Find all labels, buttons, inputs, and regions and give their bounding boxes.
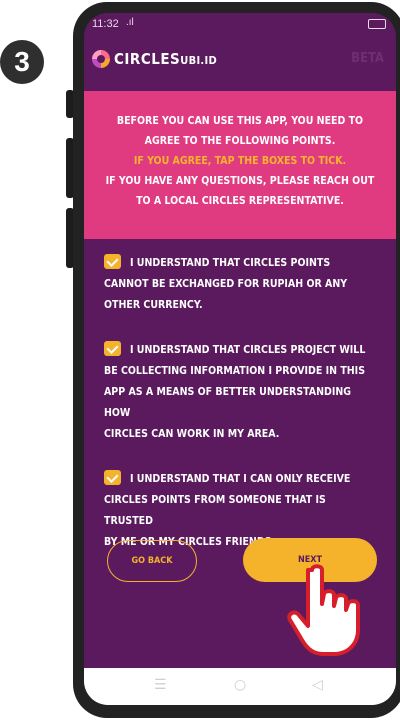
brand-main: CIRCLES <box>114 50 181 68</box>
banner-highlight: IF YOU AGREE, TAP THE BOXES TO TICK. <box>133 155 347 167</box>
banner-line: TO A LOCAL CIRCLES REPRESENTATIVE. <box>136 195 344 207</box>
brand-sub: UBI.ID <box>180 54 217 67</box>
system-nav-bar: ☰ ○ ◁ <box>84 668 396 705</box>
info-banner: BEFORE YOU CAN USE THIS APP, YOU NEED TO… <box>84 91 396 239</box>
agreement-text: I UNDERSTAND THAT I CAN ONLY RECEIVE <box>130 473 351 485</box>
agreement-item: I UNDERSTAND THAT CIRCLES PROJECT WILL B… <box>104 340 376 445</box>
go-back-button[interactable]: GO BACK <box>107 540 197 582</box>
status-time: 11:32 <box>92 18 119 30</box>
pointing-hand-icon <box>287 564 360 656</box>
agreement-text: CANNOT BE EXCHANGED FOR RUPIAH OR ANY <box>104 278 348 290</box>
checkbox-checked-icon[interactable] <box>104 254 121 269</box>
agreement-text: OTHER CURRENCY. <box>104 299 203 311</box>
banner-line: AGREE TO THE FOLLOWING POINTS. <box>144 135 336 147</box>
agreement-text: APP AS A MEANS OF BETTER UNDERSTANDING H… <box>104 386 351 419</box>
circles-logo-icon <box>92 50 110 68</box>
banner-line: BEFORE YOU CAN USE THIS APP, YOU NEED TO <box>116 115 364 127</box>
agreement-item: I UNDERSTAND THAT CIRCLES POINTS CANNOT … <box>104 253 376 316</box>
checkbox-checked-icon[interactable] <box>104 470 121 485</box>
menu-icon[interactable]: ☰ <box>154 677 167 693</box>
status-bar: 11:32 .ıl <box>84 13 396 37</box>
banner-line: IF YOU HAVE ANY QUESTIONS, PLEASE REACH … <box>105 175 375 187</box>
signal-icon: .ıl <box>126 17 134 28</box>
back-icon[interactable]: ◁ <box>312 677 323 693</box>
home-icon[interactable]: ○ <box>234 677 246 693</box>
checkbox-checked-icon[interactable] <box>104 341 121 356</box>
app-title: CIRCLESUBI.ID <box>114 50 217 68</box>
battery-icon <box>368 19 386 29</box>
agreement-text: BE COLLECTING INFORMATION I PROVIDE IN T… <box>104 365 365 377</box>
beta-label: BETA <box>351 51 384 66</box>
step-number-badge: 3 <box>0 40 44 84</box>
agreement-text: I UNDERSTAND THAT CIRCLES PROJECT WILL <box>130 344 366 356</box>
agreement-text: CIRCLES POINTS FROM SOMEONE THAT IS TRUS… <box>104 494 326 527</box>
agreement-list: I UNDERSTAND THAT CIRCLES POINTS CANNOT … <box>104 253 376 577</box>
agreement-text: CIRCLES CAN WORK IN MY AREA. <box>104 428 280 440</box>
agreement-text: I UNDERSTAND THAT CIRCLES POINTS <box>130 257 331 269</box>
app-header: CIRCLESUBI.ID BETA <box>84 37 396 81</box>
